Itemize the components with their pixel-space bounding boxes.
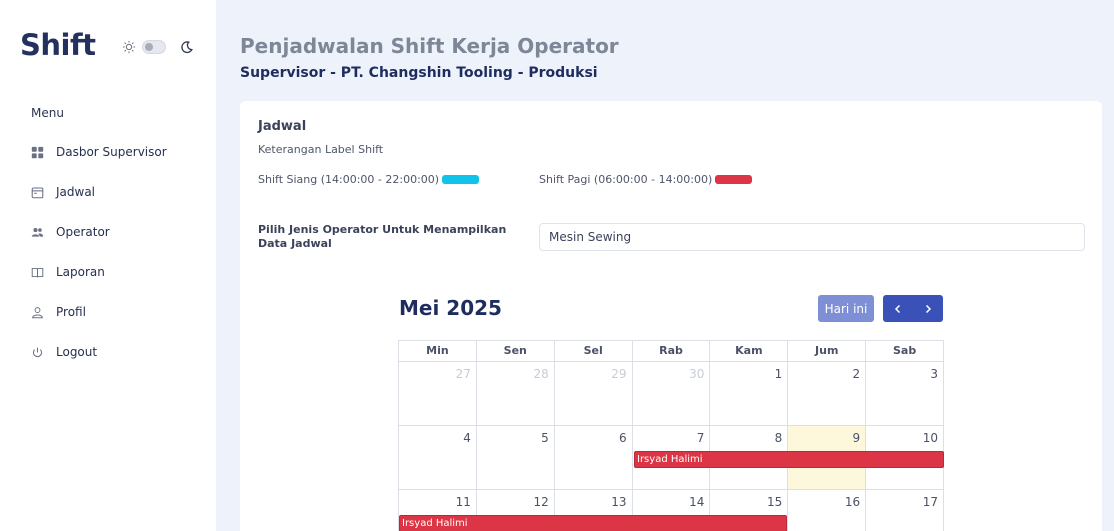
next-month-button[interactable] [913,295,943,322]
sidebar-item-dasbor[interactable]: Dasbor Supervisor [31,145,167,159]
weekday-label: Sab [866,341,945,362]
calendar-grid: Min Sen Sel Rab Kam Jum Sab 27 28 29 30 … [398,340,945,531]
sidebar-item-label: Operator [56,225,110,239]
moon-icon [181,41,193,54]
day-cell[interactable]: 28 [476,362,555,426]
book-icon [31,267,44,277]
day-cell[interactable]: 27 [399,362,477,426]
shift-event[interactable]: Irsyad Halimi [634,451,944,468]
sun-icon [122,40,136,54]
day-cell[interactable]: 4 [399,426,477,490]
chevron-left-icon [894,304,901,313]
operator-filter-label: Pilih Jenis Operator Untuk Menampilkan D… [258,223,507,250]
today-button[interactable]: Hari ini [818,295,874,322]
users-icon [31,227,44,237]
day-cell[interactable]: 30 [632,362,711,426]
sidebar-item-operator[interactable]: Operator [31,225,110,239]
day-cell[interactable]: 17 [866,490,945,531]
user-icon [32,306,43,318]
weekday-label: Kam [710,341,789,362]
prev-month-button[interactable] [883,295,913,322]
legend-title: Keterangan Label Shift [258,143,384,156]
legend-label: Shift Pagi (06:00:00 - 14:00:00) [539,173,713,186]
weekday-label: Rab [632,341,711,362]
sidebar-item-label: Laporan [56,265,105,279]
day-cell[interactable]: 29 [554,362,633,426]
calendar-week: 4 5 6 7 8 9 10 Irsyad Halimi [398,426,945,490]
day-cell[interactable]: 16 [788,490,867,531]
day-cell[interactable]: 3 [866,362,945,426]
sidebar-item-profil[interactable]: Profil [31,305,86,319]
schedule-card: Jadwal Keterangan Label Shift Shift Sian… [240,101,1102,531]
sidebar-item-label: Logout [56,345,98,359]
calendar-weekday-header: Min Sen Sel Rab Kam Jum Sab [398,340,945,362]
sidebar-item-label: Profil [56,305,86,319]
legend-swatch [715,175,753,184]
sidebar-item-laporan[interactable]: Laporan [31,265,105,279]
app-logo[interactable]: Shift [20,28,96,62]
legend-shift-siang: Shift Siang (14:00:00 - 22:00:00) [258,173,480,186]
switch-knob [145,43,153,51]
calendar-icon [31,187,44,198]
calendar-week: 27 28 29 30 1 2 3 [398,362,945,426]
weekday-label: Jum [788,341,867,362]
day-cell[interactable]: 2 [788,362,867,426]
sidebar-item-label: Dasbor Supervisor [56,145,167,159]
calendar-week: 11 12 13 14 15 16 17 Irsyad Halimi [398,490,945,531]
day-cell[interactable]: 6 [554,426,633,490]
page-subtitle: Supervisor - PT. Changshin Tooling - Pro… [240,65,598,81]
sidebar: Shift Menu Dasbor Supervisor Jadwal Oper… [0,0,216,531]
page-title: Penjadwalan Shift Kerja Operator [240,34,619,58]
weekday-label: Sel [554,341,633,362]
legend-shift-pagi: Shift Pagi (06:00:00 - 14:00:00) [539,173,753,186]
sidebar-item-jadwal[interactable]: Jadwal [31,185,95,199]
weekday-label: Sen [476,341,555,362]
day-cell[interactable]: 5 [476,426,555,490]
sidebar-item-label: Jadwal [56,185,96,199]
card-title: Jadwal [258,119,307,134]
power-icon [32,347,43,357]
sidebar-item-logout[interactable]: Logout [31,345,97,359]
shift-event[interactable]: Irsyad Halimi [399,515,787,531]
menu-title: Menu [31,106,64,120]
operator-type-select[interactable]: Mesin Sewing [539,223,1085,251]
chevron-right-icon [925,304,932,313]
day-cell[interactable]: 1 [710,362,789,426]
legend-swatch [442,175,480,184]
legend-label: Shift Siang (14:00:00 - 22:00:00) [258,173,440,186]
theme-toggle[interactable] [122,40,194,54]
dark-mode-switch[interactable] [142,40,166,54]
dashboard-grid-icon [31,146,44,158]
weekday-label: Min [399,341,477,362]
calendar-title: Mei 2025 [399,296,502,320]
